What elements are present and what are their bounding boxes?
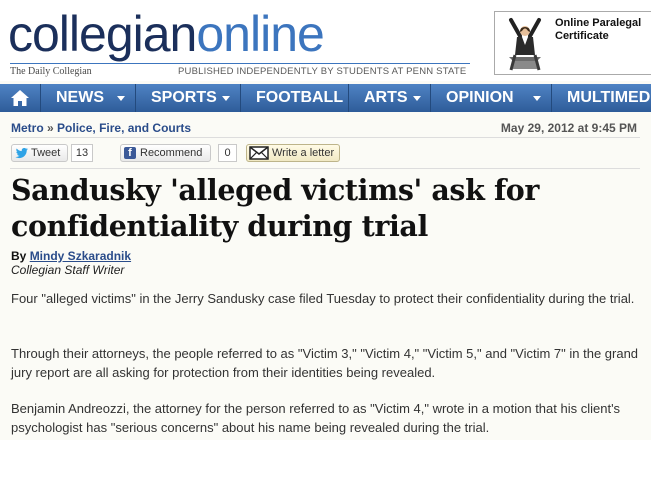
article-date: May 29, 2012 at 9:45 PM <box>500 121 637 135</box>
divider <box>10 168 640 169</box>
logo-underline <box>10 63 470 64</box>
twitter-bird-icon <box>15 148 28 159</box>
breadcrumb: Metro » Police, Fire, and Courts <box>11 121 191 135</box>
chevron-down-icon <box>413 96 421 101</box>
nav-arts-label: ARTS <box>364 89 408 106</box>
recommend-count: 0 <box>218 144 237 162</box>
home-icon <box>11 90 29 106</box>
logo-collegian: collegian <box>8 6 197 62</box>
article-paragraph: Through their attorneys, the people refe… <box>11 346 639 380</box>
byline: By Mindy Szkaradnik <box>11 249 131 263</box>
nav-sports[interactable]: SPORTS <box>136 84 241 112</box>
daily-collegian-label: The Daily Collegian <box>10 66 92 77</box>
ad-headline: Online Paralegal Certificate <box>555 17 641 43</box>
ad-line2: Certificate <box>555 30 609 42</box>
breadcrumb-separator: » <box>47 121 54 135</box>
author-link[interactable]: Mindy Szkaradnik <box>30 249 131 263</box>
site-logo[interactable]: collegianonline <box>8 4 325 64</box>
ad-line1: Online Paralegal <box>555 17 642 29</box>
write-letter-button[interactable]: Write a letter <box>246 144 340 162</box>
nav-football[interactable]: FOOTBALL <box>241 84 349 112</box>
paralegal-ad[interactable]: Online Paralegal Certificate <box>494 11 651 75</box>
chevron-down-icon <box>222 96 230 101</box>
article-headline: Sandusky 'alleged victims' ask for confi… <box>11 173 540 243</box>
main-nav: NEWS SPORTS FOOTBALL ARTS OPINION MULTIM… <box>0 84 651 112</box>
tweet-count: 13 <box>71 144 93 162</box>
nav-opinion[interactable]: OPINION <box>431 84 552 112</box>
article-paragraph: Benjamin Andreozzi, the attorney for the… <box>11 401 621 435</box>
nav-opinion-label: OPINION <box>446 89 514 106</box>
nav-news-label: NEWS <box>56 89 104 106</box>
tweet-button[interactable]: Tweet <box>11 144 68 162</box>
nav-news[interactable]: NEWS <box>41 84 136 112</box>
nav-multimedia-label: MULTIMED <box>567 89 651 106</box>
write-letter-label: Write a letter <box>272 147 335 159</box>
celebrating-person-icon <box>509 18 541 71</box>
chevron-down-icon <box>533 96 541 101</box>
nav-multimedia[interactable]: MULTIMED <box>552 84 651 112</box>
byline-by: By <box>11 249 27 263</box>
breadcrumb-police-fire-courts[interactable]: Police, Fire, and Courts <box>57 121 191 135</box>
tagline: PUBLISHED INDEPENDENTLY BY STUDENTS AT P… <box>178 66 467 77</box>
breadcrumb-metro[interactable]: Metro <box>11 121 44 135</box>
logo-online: online <box>196 6 324 62</box>
facebook-icon: f <box>124 147 136 159</box>
chevron-down-icon <box>117 96 125 101</box>
divider <box>10 137 640 138</box>
nav-home[interactable] <box>0 84 41 112</box>
tweet-label: Tweet <box>31 147 61 159</box>
nav-arts[interactable]: ARTS <box>349 84 431 112</box>
envelope-icon <box>249 146 269 160</box>
nav-sports-label: SPORTS <box>151 89 217 106</box>
browser-page: collegianonline The Daily Collegian PUBL… <box>0 0 651 440</box>
article-paragraph: Four "alleged victims" in the Jerry Sand… <box>11 291 635 306</box>
masthead: collegianonline The Daily Collegian PUBL… <box>0 0 651 81</box>
recommend-label: Recommend <box>140 147 203 159</box>
author-role: Collegian Staff Writer <box>11 263 125 277</box>
recommend-button[interactable]: f Recommend <box>120 144 211 162</box>
nav-football-label: FOOTBALL <box>256 89 344 106</box>
